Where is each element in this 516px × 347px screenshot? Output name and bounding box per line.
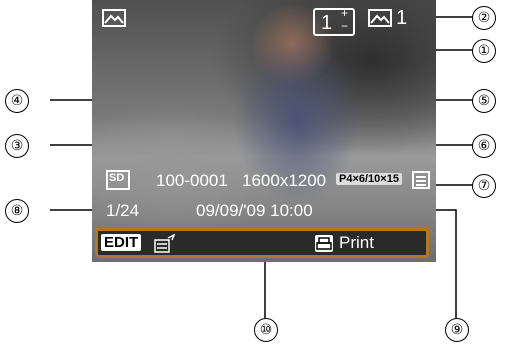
file-number: 100-0001 <box>156 171 228 190</box>
callout-1: ① <box>472 39 496 63</box>
bottom-action-bar: EDIT Print <box>95 228 429 258</box>
copies-plus: + <box>341 6 349 20</box>
callout-3: ③ <box>5 134 29 158</box>
paper-size-badge: P4×6/10×15 <box>336 173 402 185</box>
sd-card-icon: SD <box>106 170 130 190</box>
view-count: 1 <box>396 7 408 29</box>
callout-9: ⑨ <box>445 318 469 342</box>
callout-5: ⑤ <box>472 89 496 113</box>
callout-4: ④ <box>5 89 29 113</box>
picture-icon <box>102 9 126 27</box>
copies-minus: − <box>341 19 349 33</box>
list-icon <box>412 171 430 189</box>
camera-lcd-screen: 1 + − 1 SD 100-0001 1600x1200 P4×6/10×15… <box>92 0 436 262</box>
copies-value: 1 <box>321 12 333 34</box>
callout-7: ⑦ <box>472 174 496 198</box>
edit-list-icon <box>154 234 176 253</box>
print-button-label[interactable]: Print <box>339 233 374 253</box>
image-resolution: 1600x1200 <box>242 171 327 190</box>
print-icon <box>315 235 333 252</box>
image-index: 1/24 <box>106 201 140 220</box>
callout-10: ⑩ <box>254 318 278 342</box>
picture-icon <box>368 9 392 27</box>
capture-datetime: 09/09/'09 10:00 <box>196 201 313 220</box>
copies-selector[interactable]: 1 + − <box>313 6 355 36</box>
callout-6: ⑥ <box>472 134 496 158</box>
callout-2: ② <box>472 6 496 30</box>
edit-button[interactable]: EDIT <box>101 234 142 251</box>
callout-8: ⑧ <box>5 199 29 223</box>
